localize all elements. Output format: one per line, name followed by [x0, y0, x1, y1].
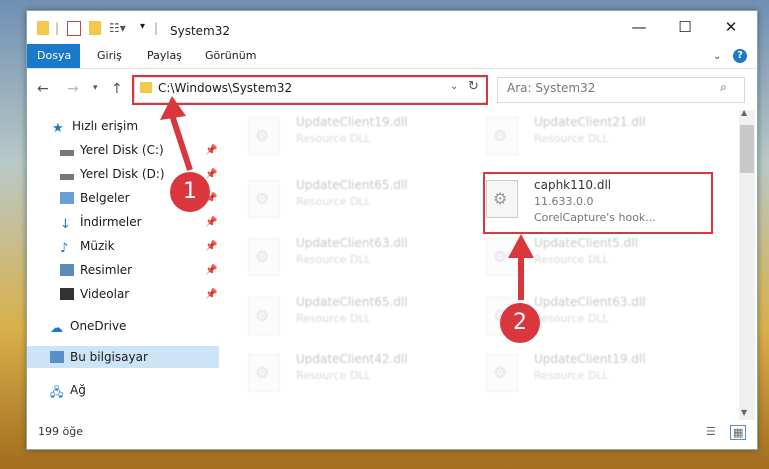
arrow-2 [508, 234, 534, 300]
step-2-badge: 2 [500, 303, 540, 343]
annotation-overlay [160, 96, 534, 300]
step-1-badge: 1 [170, 172, 210, 212]
arrow-1 [160, 96, 193, 171]
